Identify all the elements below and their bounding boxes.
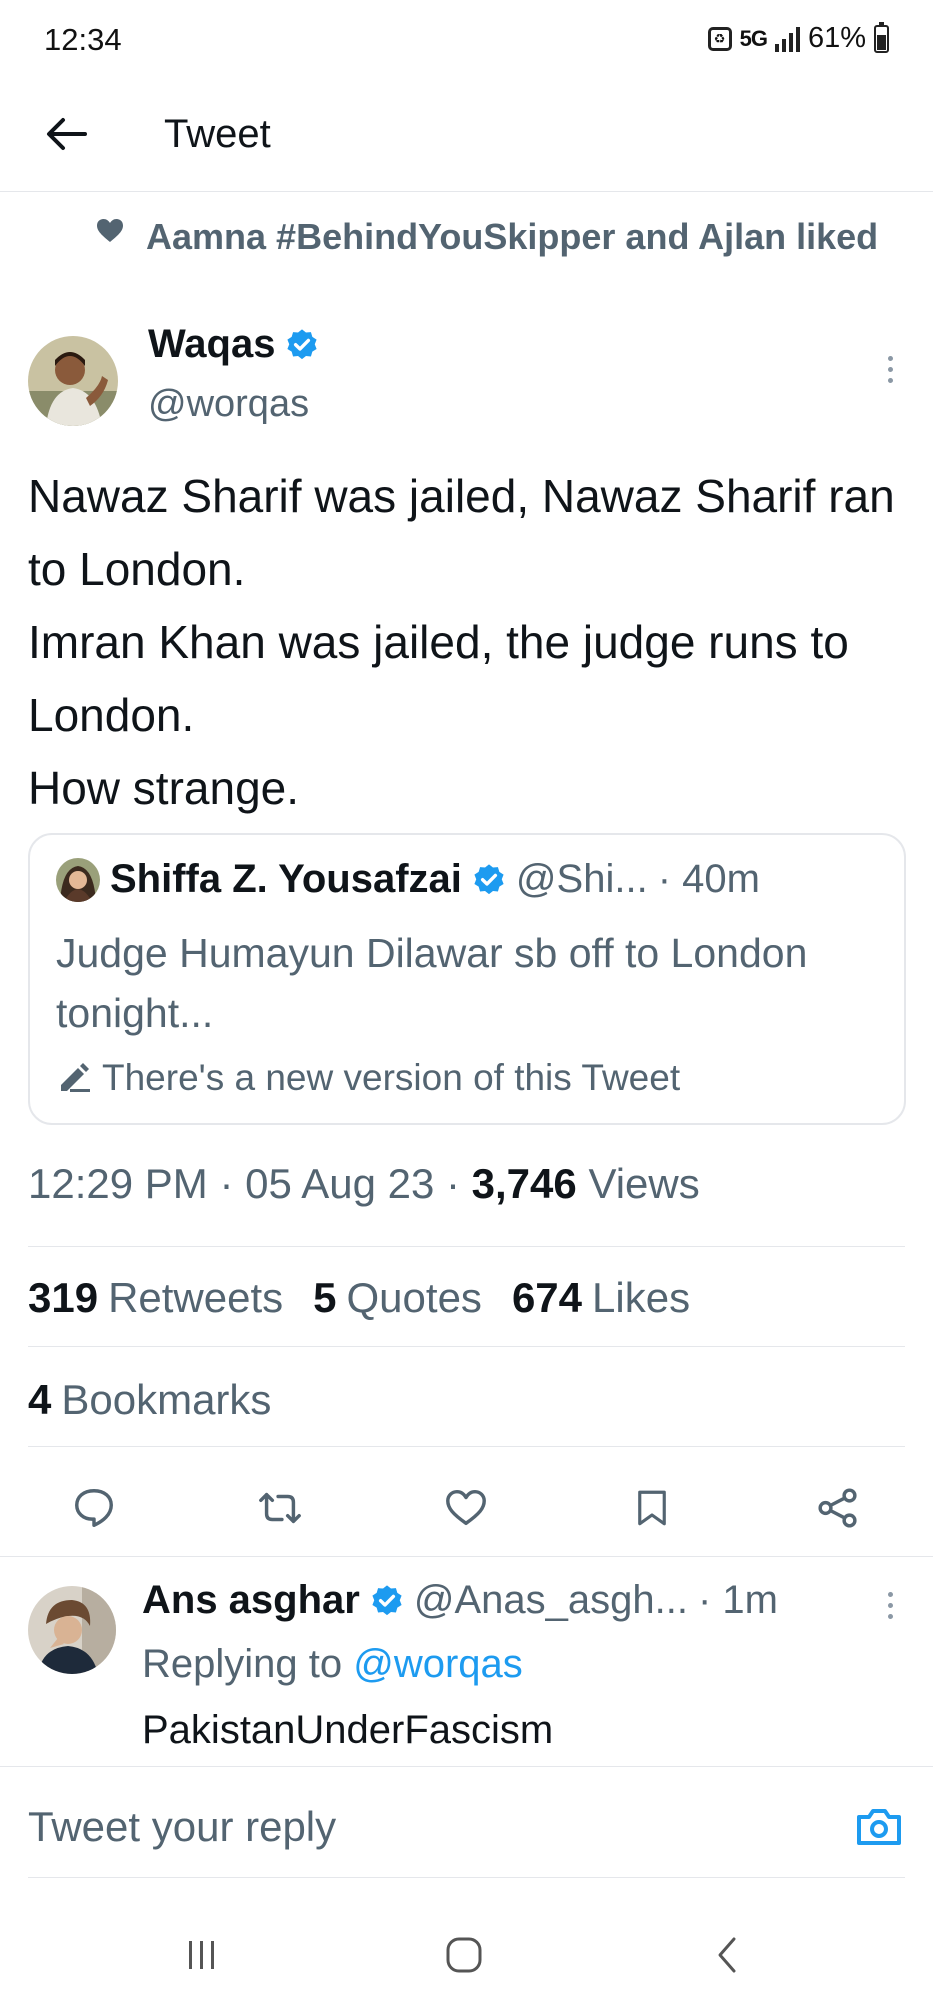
author-handle[interactable]: @worqas: [148, 383, 309, 426]
recycle-icon: ♻: [707, 26, 732, 51]
engagement-stats: 319 Retweets 5 Quotes 674 Likes: [28, 1274, 690, 1322]
reply-composer: Tweet your reply: [0, 1766, 933, 1878]
retweets-label: Retweets: [108, 1274, 284, 1321]
tweet-meta: 12:29 PM · 05 Aug 23 · 3,746 Views: [28, 1160, 700, 1208]
author-name-text: Waqas: [148, 322, 276, 366]
reply-author-handle[interactable]: @Anas_asgh...: [414, 1578, 688, 1623]
social-context[interactable]: Aamna #BehindYouSkipper and Ajlan liked: [96, 210, 906, 264]
reply-button[interactable]: [66, 1480, 122, 1536]
tweet-text: Nawaz Sharif was jailed, Nawaz Sharif ra…: [28, 470, 895, 814]
signal-icon: [774, 26, 800, 52]
quote-avatar: [56, 857, 100, 902]
likes-label: Likes: [592, 1274, 691, 1321]
quotes-label: Quotes: [346, 1274, 482, 1321]
network-indicator: 5G: [739, 25, 768, 51]
heart-icon: [97, 219, 123, 242]
replying-prefix: Replying to: [142, 1642, 343, 1686]
status-time: 12:34: [44, 22, 122, 57]
system-nav-bar: [0, 1900, 933, 2000]
liked-by-text: Aamna #BehindYouSkipper and Ajlan liked: [146, 216, 879, 257]
quote-header: Shiffa Z. Yousafzai @Shi... · 40m: [56, 857, 760, 902]
quotes-count: 5: [313, 1274, 337, 1321]
retweet-icon: [259, 1492, 301, 1524]
quoted-tweet-card[interactable]: Shiffa Z. Yousafzai @Shi... · 40m Judge …: [28, 833, 906, 1125]
author-name[interactable]: Waqas: [148, 322, 319, 367]
reply-avatar[interactable]: [28, 1586, 116, 1674]
views-label: Views: [588, 1160, 700, 1207]
edit-icon: [61, 1063, 90, 1092]
reply-age: · 1m: [697, 1578, 778, 1622]
views-count: 3,746: [471, 1160, 577, 1207]
recents-icon: [189, 1941, 214, 1969]
retweets-count: 319: [28, 1274, 99, 1321]
retweet-button[interactable]: [252, 1480, 308, 1536]
separator: ·: [445, 1160, 460, 1207]
back-arrow-icon[interactable]: [40, 108, 92, 160]
page-title: Tweet: [164, 112, 271, 156]
divider: [28, 1346, 905, 1347]
back-icon: [718, 1937, 736, 1973]
reply-input[interactable]: Tweet your reply: [28, 1803, 336, 1851]
status-bar: 12:34 ♻ 5G 61%: [0, 0, 933, 82]
share-icon: [818, 1488, 857, 1528]
back-button[interactable]: [696, 1930, 756, 1980]
reply-text: PakistanUnderFascism: [142, 1708, 554, 1752]
quote-text: Judge Humayun Dilawar sb off to London t…: [56, 930, 808, 1036]
divider: [28, 1446, 905, 1447]
tweet-actions: [0, 1470, 933, 1550]
avatar[interactable]: [28, 336, 118, 426]
edited-notice[interactable]: There's a new version of this Tweet: [58, 1057, 680, 1099]
bookmark-button[interactable]: [624, 1480, 680, 1536]
verified-icon: [474, 863, 504, 894]
reply-icon: [75, 1489, 113, 1527]
separator: ·: [219, 1160, 234, 1207]
home-icon: [446, 1937, 482, 1973]
verified-icon: [287, 328, 318, 359]
divider: [28, 1246, 905, 1247]
retweets-stat[interactable]: 319 Retweets: [28, 1274, 283, 1322]
replying-to: Replying to @worqas: [142, 1642, 523, 1687]
divider: [0, 1556, 933, 1557]
status-icons: ♻ 5G 61%: [707, 21, 889, 55]
top-bar: Tweet: [0, 82, 933, 192]
reply-author-name[interactable]: Ans asghar: [142, 1578, 360, 1623]
more-icon[interactable]: [888, 356, 893, 383]
battery-icon: [874, 21, 889, 53]
share-button[interactable]: [810, 1480, 866, 1536]
composer-divider: [28, 1877, 905, 1878]
recents-button[interactable]: [172, 1930, 232, 1980]
home-button[interactable]: [434, 1930, 494, 1980]
likes-count: 674: [511, 1274, 583, 1321]
like-button[interactable]: [438, 1480, 494, 1536]
quote-age: · 40m: [657, 857, 760, 901]
likes-stat[interactable]: 674 Likes: [512, 1274, 690, 1322]
reply-more-icon[interactable]: [888, 1592, 893, 1619]
quotes-stat[interactable]: 5 Quotes: [313, 1274, 482, 1322]
bookmark-icon: [638, 1490, 666, 1526]
bookmarks-label: Bookmarks: [61, 1376, 272, 1423]
tweet-date: 05 Aug 23: [245, 1160, 435, 1207]
bookmarks-count: 4: [28, 1376, 52, 1423]
reply-header: Ans asghar @Anas_asgh... · 1m: [142, 1578, 778, 1623]
camera-icon: [857, 1809, 901, 1845]
quote-author-handle: @Shi...: [515, 857, 648, 901]
replying-handle-link[interactable]: @worqas: [353, 1642, 523, 1686]
camera-button[interactable]: [855, 1807, 903, 1852]
edited-notice-text: There's a new version of this Tweet: [102, 1057, 681, 1098]
battery-percent: 61%: [807, 22, 866, 54]
tweet-time: 12:29 PM: [28, 1160, 208, 1207]
quote-author-name: Shiffa Z. Yousafzai: [110, 857, 462, 901]
bookmarks-stat[interactable]: 4 Bookmarks: [28, 1376, 271, 1424]
heart-icon: [446, 1489, 486, 1526]
verified-icon: [372, 1584, 402, 1615]
